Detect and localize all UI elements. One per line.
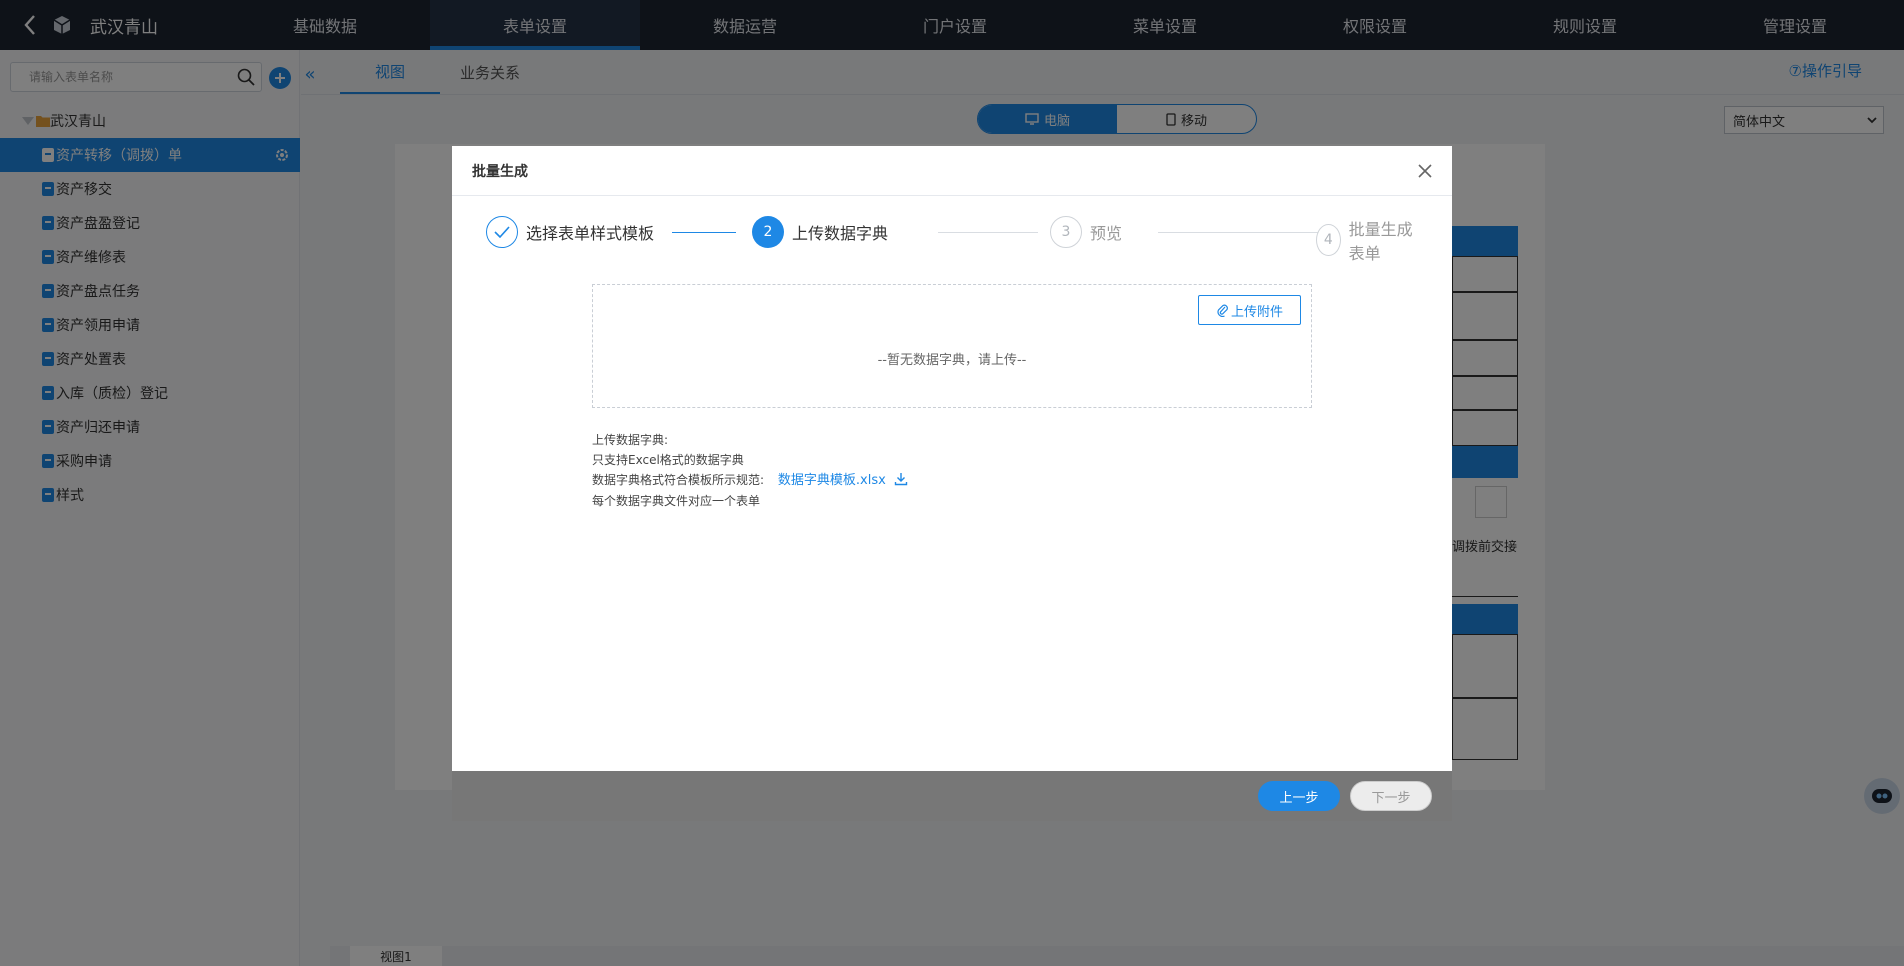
note-line-3: 数据字典格式符合模板所示规范: [592, 473, 765, 487]
batch-generate-dialog: 批量生成 选择表单样式模板 2 上传数据字典 3 预览 4 批量生成表单 上传附… [452, 146, 1452, 821]
step-batch-generate: 4 批量生成表单 [1316, 216, 1421, 264]
note-line-4: 每个数据字典文件对应一个表单 [592, 494, 761, 508]
upload-attachment-button[interactable]: 上传附件 [1198, 295, 1301, 325]
step-3-circle: 3 [1050, 216, 1082, 248]
dialog-footer: 上一步 下一步 [452, 771, 1452, 821]
step-3-label: 预览 [1090, 224, 1123, 243]
note-line-2: 只支持Excel格式的数据字典 [592, 453, 744, 467]
step-select-template: 选择表单样式模板 [486, 216, 654, 248]
empty-state-text: --暂无数据字典，请上传-- [877, 353, 1027, 368]
step-1-label: 选择表单样式模板 [526, 224, 655, 243]
note-line-3-row: 数据字典格式符合模板所示规范: 数据字典模板.xlsx [592, 470, 908, 491]
step-connector [1158, 232, 1318, 233]
step-4-circle: 4 [1316, 224, 1341, 256]
upload-dropzone[interactable]: 上传附件 --暂无数据字典，请上传-- [592, 284, 1312, 408]
check-icon [494, 226, 510, 238]
wizard-steps: 选择表单样式模板 2 上传数据字典 3 预览 4 批量生成表单 [486, 216, 1421, 263]
download-icon[interactable] [894, 472, 908, 486]
step-connector [672, 232, 736, 233]
upload-notes: 上传数据字典: 只支持Excel格式的数据字典 数据字典格式符合模板所示规范: … [592, 430, 908, 511]
step-2-circle: 2 [752, 216, 784, 248]
paperclip-icon [1217, 304, 1228, 317]
template-download-link[interactable]: 数据字典模板.xlsx [778, 473, 886, 488]
next-step-button[interactable]: 下一步 [1350, 781, 1432, 811]
dialog-title: 批量生成 [452, 146, 1452, 196]
step-1-circle [486, 216, 518, 248]
note-line-1: 上传数据字典: [592, 433, 669, 447]
step-2-label: 上传数据字典 [792, 224, 889, 243]
step-preview: 3 预览 [1050, 216, 1122, 248]
previous-step-button[interactable]: 上一步 [1258, 781, 1340, 811]
step-4-label: 批量生成表单 [1348, 220, 1413, 263]
upload-attachment-label: 上传附件 [1230, 304, 1283, 320]
step-upload-dictionary: 2 上传数据字典 [752, 216, 888, 248]
step-connector [938, 232, 1038, 233]
close-icon[interactable] [1416, 162, 1434, 180]
